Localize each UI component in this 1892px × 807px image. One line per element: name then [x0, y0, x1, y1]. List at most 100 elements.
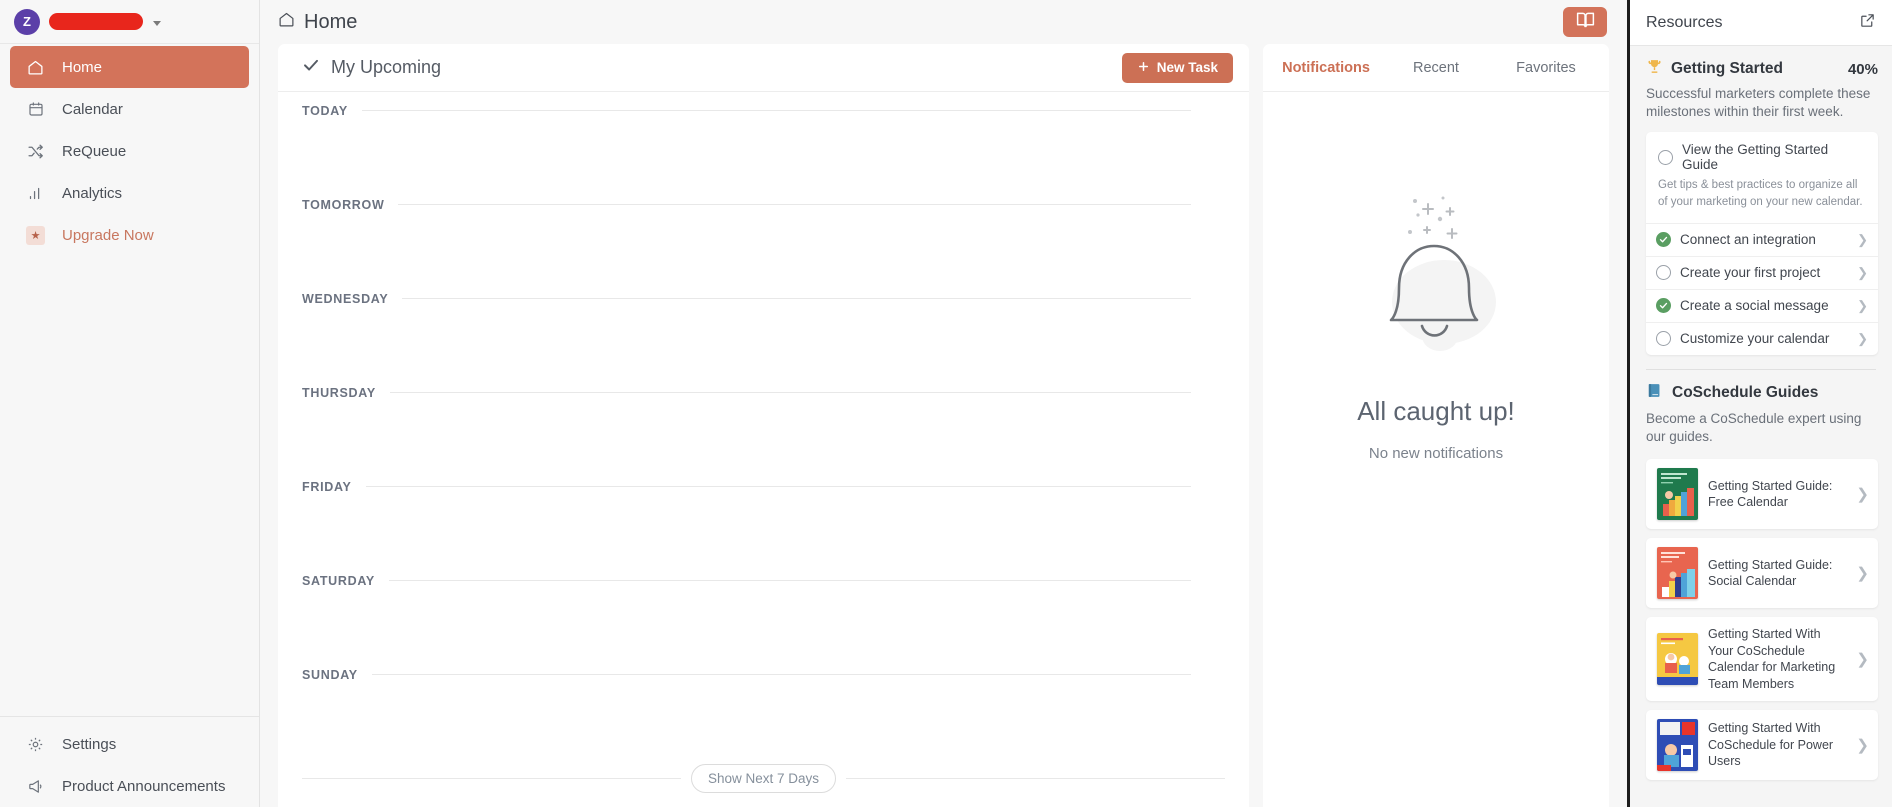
day-label: WEDNESDAY — [302, 292, 388, 306]
bar-chart-icon — [26, 184, 45, 203]
day-label: THURSDAY — [302, 386, 376, 400]
sidebar-spacer — [0, 256, 259, 716]
day-section-thursday: THURSDAY — [302, 374, 1191, 468]
checklist-item-create-first-project[interactable]: Create your first project ❯ — [1646, 256, 1878, 289]
chevron-right-icon: ❯ — [1857, 331, 1868, 347]
notifications-card: Notifications Recent Favorites — [1263, 44, 1609, 807]
chevron-right-icon: ❯ — [1857, 298, 1868, 314]
guides-title: CoSchedule Guides — [1672, 384, 1818, 402]
show-more-line-left — [302, 778, 681, 779]
circle-unchecked-icon — [1656, 265, 1671, 280]
day-section-sunday: SUNDAY — [302, 656, 1191, 750]
sidebar-item-home[interactable]: Home — [10, 46, 249, 88]
sidebar-item-label: Upgrade Now — [62, 227, 154, 244]
getting-started-checklist: View the Getting Started Guide Get tips … — [1646, 132, 1878, 354]
chevron-right-icon: ❯ — [1856, 564, 1869, 582]
tab-recent[interactable]: Recent — [1381, 44, 1491, 92]
checklist-item-view-guide[interactable]: View the Getting Started Guide Get tips … — [1646, 132, 1878, 222]
chevron-down-icon — [153, 21, 161, 26]
day-divider — [390, 392, 1191, 393]
resources-panel-title: Resources — [1646, 14, 1722, 32]
home-icon — [278, 11, 295, 34]
day-divider — [366, 486, 1191, 487]
guides-header: CoSchedule Guides — [1646, 382, 1878, 404]
external-link-icon[interactable] — [1859, 12, 1876, 34]
day-label: TOMORROW — [302, 198, 384, 212]
checklist-item-label: Customize your calendar — [1680, 331, 1829, 346]
circle-unchecked-icon — [1656, 331, 1671, 346]
getting-started-description: Successful marketers complete these mile… — [1646, 85, 1878, 121]
circle-unchecked-icon — [1658, 150, 1673, 165]
plus-icon — [1137, 60, 1150, 76]
sidebar-item-analytics[interactable]: Analytics — [10, 172, 249, 214]
checklist-item-connect-integration[interactable]: Connect an integration ❯ — [1646, 223, 1878, 256]
guide-card-label: Getting Started Guide: Social Calendar — [1708, 557, 1846, 590]
sidebar-item-label: Calendar — [62, 101, 123, 118]
sidebar-nav: Home Calendar ReQueue Analytics ★ Upgrad… — [0, 44, 259, 256]
upcoming-day-list: TODAY TOMORROW WEDNESDAY THURSDAY FRIDAY — [278, 92, 1249, 764]
day-section-friday: FRIDAY — [302, 468, 1191, 562]
megaphone-icon — [26, 777, 45, 796]
my-upcoming-header: My Upcoming New Task — [278, 44, 1249, 92]
guide-card-label: Getting Started With Your CoSchedule Cal… — [1708, 626, 1846, 692]
checklist-item-label: Create your first project — [1680, 265, 1820, 280]
blue-book-icon — [1646, 382, 1663, 404]
check-icon — [302, 56, 320, 79]
open-book-icon — [1575, 9, 1596, 35]
new-task-button-label: New Task — [1157, 60, 1218, 75]
checklist-item-top: View the Getting Started Guide — [1658, 142, 1866, 172]
avatar: Z — [14, 9, 40, 35]
empty-state-subtitle: No new notifications — [1369, 445, 1503, 462]
sidebar-item-product-announcements[interactable]: Product Announcements — [10, 765, 249, 807]
my-upcoming-title-label: My Upcoming — [331, 57, 441, 78]
tab-notifications[interactable]: Notifications — [1271, 44, 1381, 92]
day-section-today: TODAY — [302, 92, 1191, 186]
guide-card-social-calendar[interactable]: Getting Started Guide: Social Calendar ❯ — [1646, 538, 1878, 608]
account-name-redacted — [49, 13, 143, 30]
chevron-right-icon: ❯ — [1857, 265, 1868, 281]
resources-panel: Resources Getting Started 40% Successful… — [1627, 0, 1892, 807]
calendar-icon — [26, 100, 45, 119]
guide-card-marketing-team-members[interactable]: Getting Started With Your CoSchedule Cal… — [1646, 617, 1878, 701]
guide-card-label: Getting Started With CoSchedule for Powe… — [1708, 720, 1846, 770]
gear-icon — [26, 735, 45, 754]
getting-started-section: Getting Started 40% Successful marketers… — [1630, 46, 1892, 355]
guide-card-label: Getting Started Guide: Free Calendar — [1708, 478, 1846, 511]
account-switcher[interactable]: Z — [0, 0, 259, 44]
sidebar-item-label: Settings — [62, 736, 116, 753]
sidebar-item-calendar[interactable]: Calendar — [10, 88, 249, 130]
resources-panel-header: Resources — [1630, 0, 1892, 46]
star-badge-icon: ★ — [26, 226, 45, 245]
guide-card-free-calendar[interactable]: Getting Started Guide: Free Calendar ❯ — [1646, 459, 1878, 529]
checklist-item-label: View the Getting Started Guide — [1682, 142, 1866, 172]
sidebar-item-upgrade-now[interactable]: ★ Upgrade Now — [10, 214, 249, 256]
day-section-saturday: SATURDAY — [302, 562, 1191, 656]
page-title-label: Home — [304, 11, 357, 34]
bell-icon — [1336, 184, 1536, 374]
day-label: SATURDAY — [302, 574, 375, 588]
main-area: Home My Upcoming — [260, 0, 1627, 807]
day-divider — [389, 580, 1191, 581]
checklist-item-label: Connect an integration — [1680, 232, 1816, 247]
checklist-item-create-social-message[interactable]: Create a social message ❯ — [1646, 289, 1878, 322]
resources-scroll-area[interactable]: Getting Started 40% Successful marketers… — [1630, 46, 1892, 807]
chevron-right-icon: ❯ — [1857, 232, 1868, 248]
page-title: Home — [278, 11, 357, 34]
day-divider — [372, 674, 1191, 675]
checklist-item-customize-calendar[interactable]: Customize your calendar ❯ — [1646, 322, 1878, 355]
my-upcoming-title: My Upcoming — [302, 56, 441, 79]
empty-state-title: All caught up! — [1357, 396, 1515, 427]
circle-checked-icon — [1656, 298, 1671, 313]
chevron-right-icon: ❯ — [1856, 485, 1869, 503]
sidebar-item-label: Analytics — [62, 185, 122, 202]
tab-favorites[interactable]: Favorites — [1491, 44, 1601, 92]
guide-card-power-users[interactable]: Getting Started With CoSchedule for Powe… — [1646, 710, 1878, 780]
new-task-button[interactable]: New Task — [1122, 53, 1233, 83]
resources-panel-toggle-button[interactable] — [1563, 7, 1607, 37]
upcoming-bottom-pad — [278, 793, 1249, 807]
sidebar-item-requeue[interactable]: ReQueue — [10, 130, 249, 172]
day-label: SUNDAY — [302, 668, 358, 682]
sidebar-item-settings[interactable]: Settings — [10, 723, 249, 765]
day-divider — [362, 110, 1191, 111]
show-next-7-days-button[interactable]: Show Next 7 Days — [691, 764, 836, 793]
